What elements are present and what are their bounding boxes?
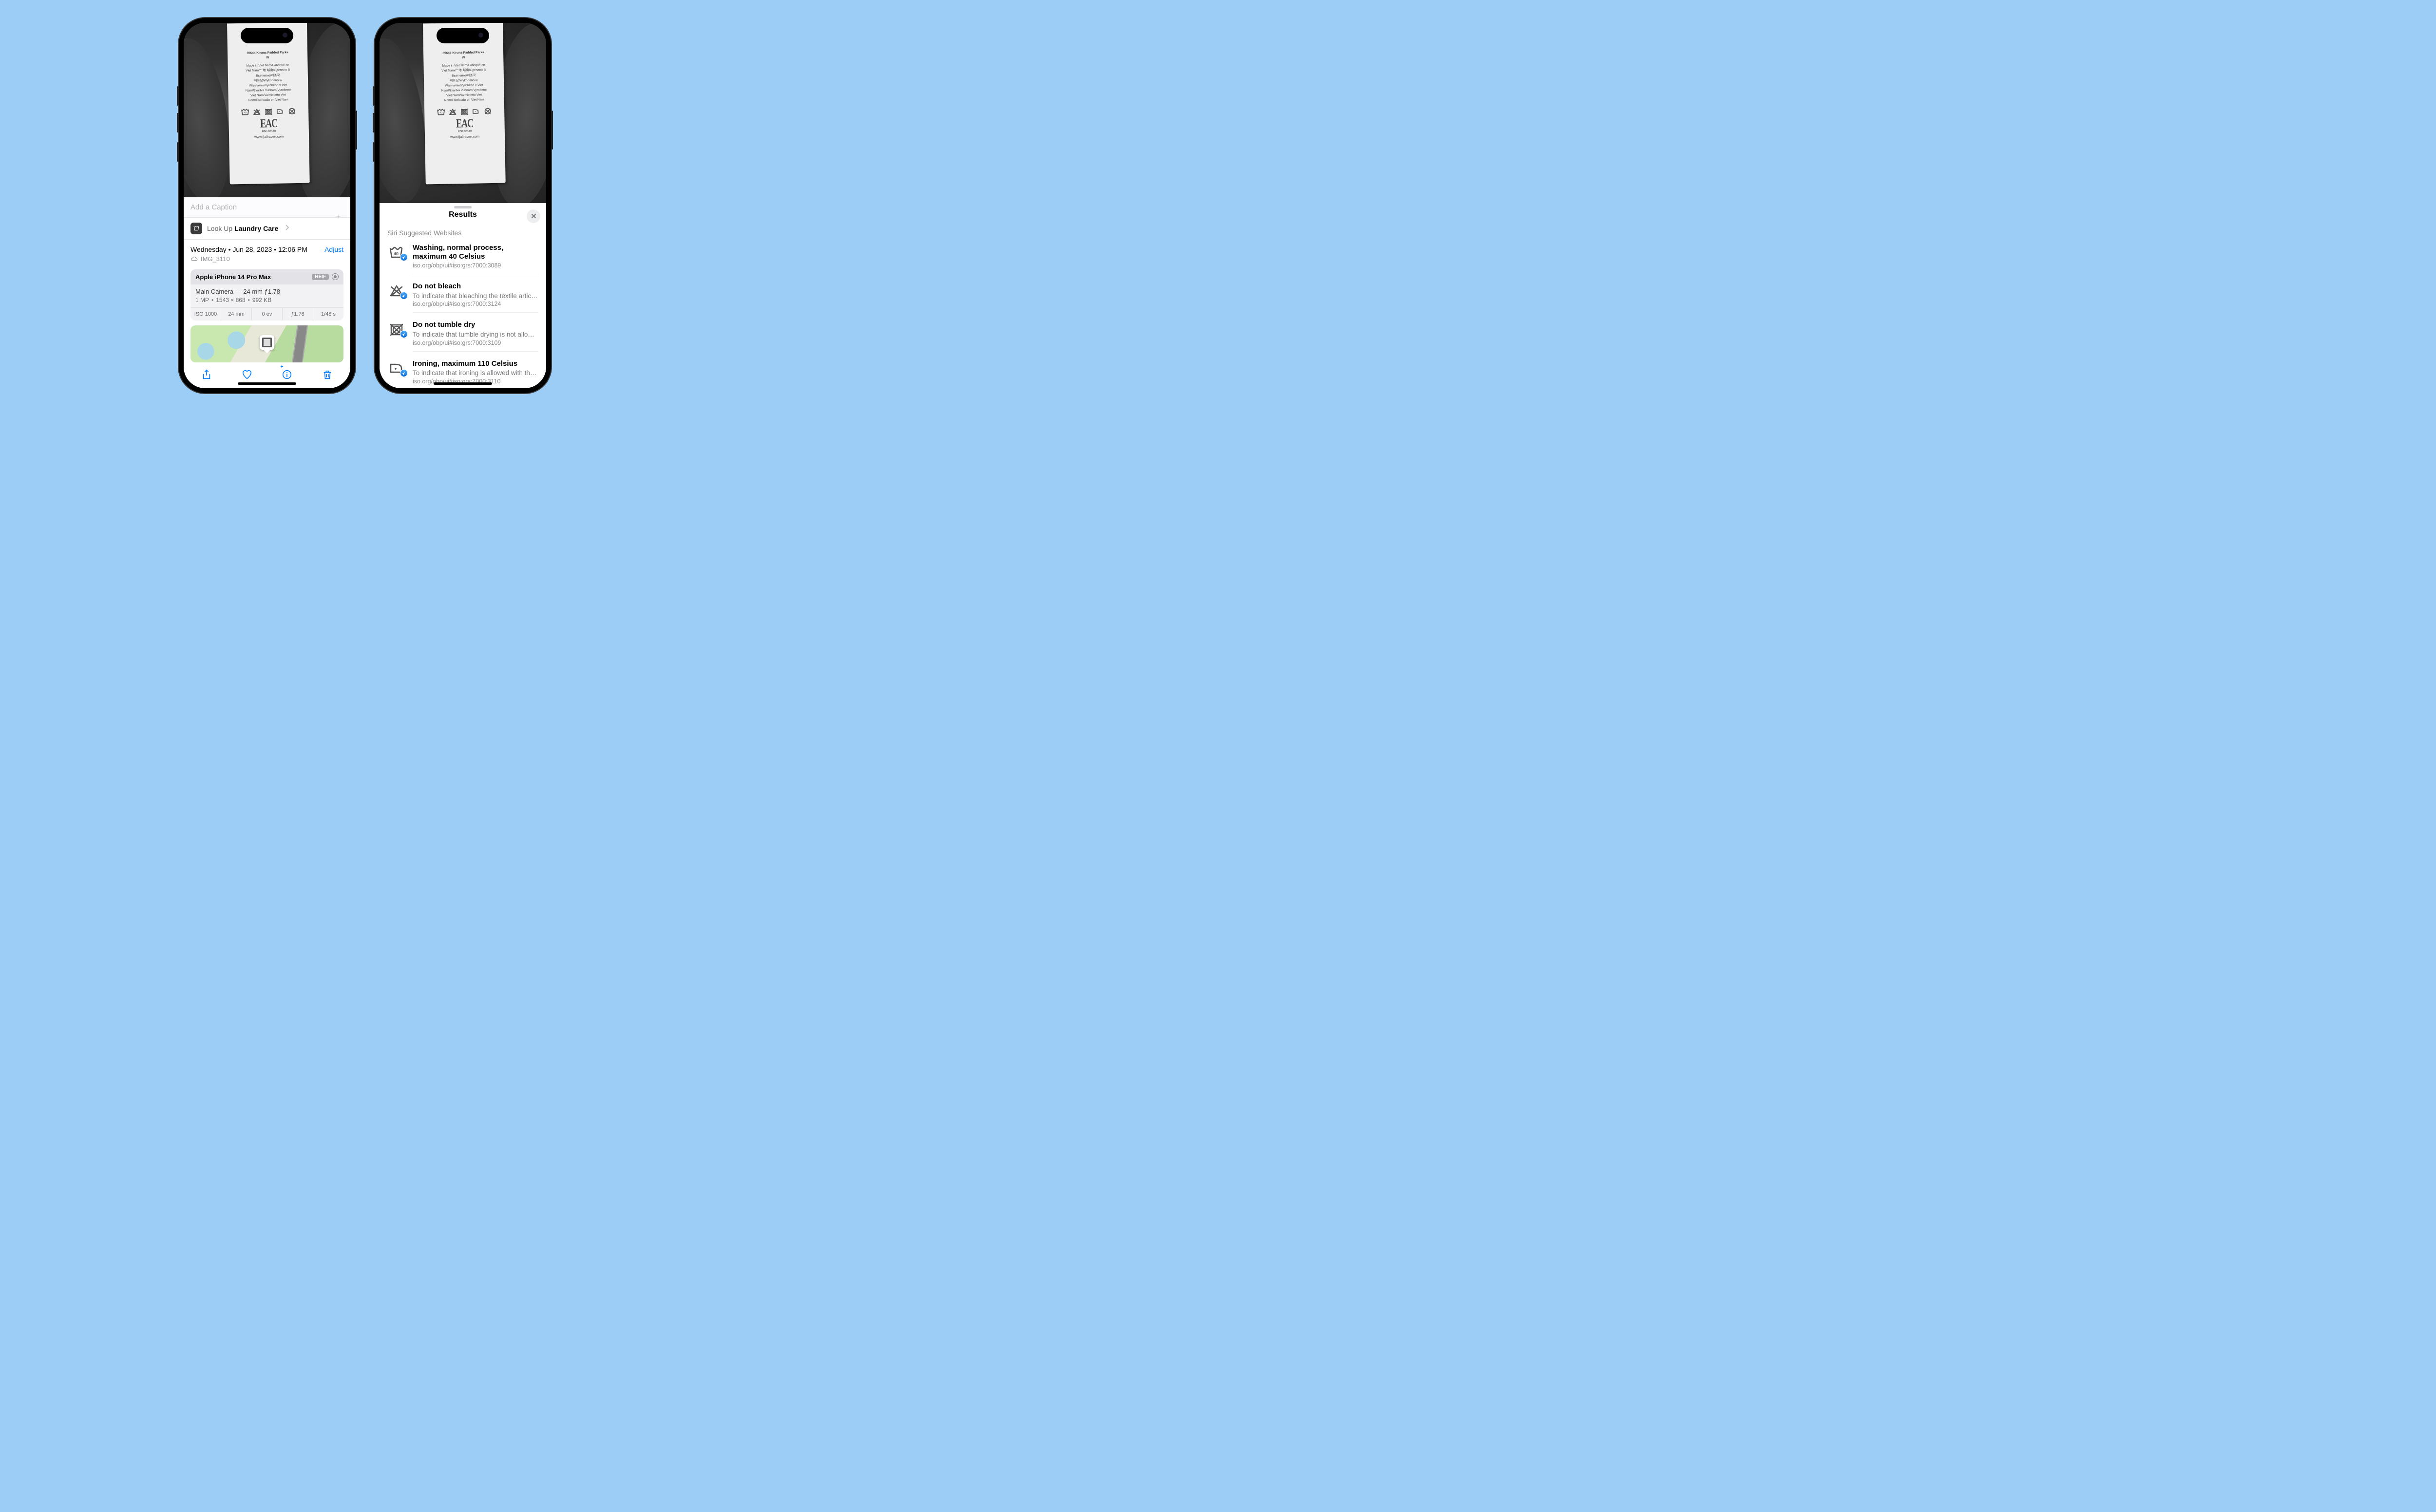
location-map[interactable] — [190, 325, 343, 362]
sheet-title: Results — [449, 210, 477, 219]
file-specs: 1 MP•1543 × 868•992 KB — [195, 297, 339, 303]
metadata-block: Wednesday • Jun 28, 2023 • 12:06 PM Adju… — [184, 240, 350, 267]
svg-text:40: 40 — [439, 111, 442, 114]
safari-badge-icon — [400, 330, 408, 338]
exif-strip: ISO 1000 24 mm 0 ev ƒ1.78 1/48 s — [190, 307, 343, 321]
clothing-tag: 89644 Kiruna Padded Parka W Made in Viet… — [227, 23, 310, 184]
section-header: Siri Suggested Websites — [380, 224, 546, 240]
lens-info: Main Camera — 24 mm ƒ1.78 — [195, 288, 339, 295]
result-title: Do not bleach — [413, 282, 538, 291]
tag-care-symbols: 40 — [232, 107, 304, 115]
raw-target-icon — [332, 273, 339, 280]
delete-button[interactable] — [315, 366, 340, 383]
filename: IMG_3110 — [201, 255, 230, 263]
heif-badge: HEIF — [312, 274, 329, 280]
svg-text:40: 40 — [244, 111, 247, 114]
result-icon — [387, 321, 406, 336]
result-icon — [387, 244, 406, 259]
exif-focal: 24 mm — [221, 308, 252, 321]
share-button[interactable] — [194, 366, 219, 383]
adjust-button[interactable]: Adjust — [324, 246, 343, 253]
result-item[interactable]: Washing, normal process, maximum 40 Cels… — [380, 240, 546, 279]
phone-mockup-right: 89644 Kiruna Padded Parka W Made in Viet… — [375, 18, 551, 393]
device-name: Apple iPhone 14 Pro Max — [195, 273, 271, 281]
result-title: Washing, normal process, maximum 40 Cels… — [413, 244, 538, 262]
result-item[interactable]: Do not bleach To indicate that bleaching… — [380, 278, 546, 317]
home-indicator[interactable] — [434, 382, 492, 385]
screen-left: 89644 Kiruna Padded Parka W Made in Viet… — [184, 23, 350, 388]
map-pin — [260, 335, 274, 350]
result-icon — [387, 359, 406, 375]
dynamic-island — [241, 28, 293, 43]
exif-ev: 0 ev — [252, 308, 283, 321]
result-url: iso.org/obp/ui#iso:grs:7000:3124 — [413, 301, 538, 307]
result-description: To indicate that ironing is allowed with… — [413, 369, 538, 378]
close-button[interactable] — [527, 209, 540, 223]
exif-shutter: 1/48 s — [313, 308, 343, 321]
lookup-row[interactable]: + Look Up Laundry Care — [184, 218, 350, 240]
lookup-category-icon — [190, 223, 202, 234]
results-sheet: Results Siri Suggested Websites Washing,… — [380, 206, 546, 388]
result-url: iso.org/obp/ui#iso:grs:7000:3109 — [413, 340, 538, 346]
tag-eac: EAC — [232, 115, 305, 132]
tag-product-sub: W — [231, 55, 304, 60]
phone-mockup-left: 89644 Kiruna Padded Parka W Made in Viet… — [179, 18, 355, 393]
screen-right: 89644 Kiruna Padded Parka W Made in Viet… — [380, 23, 546, 388]
plus-icon: + — [336, 213, 341, 222]
result-title: Ironing, maximum 110 Celsius — [413, 359, 538, 369]
tag-url: www.fjallraven.com — [233, 134, 305, 140]
safari-badge-icon — [400, 292, 408, 300]
lookup-text: Look Up Laundry Care — [207, 225, 278, 232]
tag-product: 89644 Kiruna Padded Parka — [231, 50, 304, 56]
result-item[interactable]: Do not tumble dry To indicate that tumbl… — [380, 317, 546, 355]
safari-badge-icon — [400, 253, 408, 261]
chevron-right-icon — [285, 224, 289, 233]
map-road — [291, 325, 308, 362]
result-icon — [387, 282, 406, 298]
sparkle-icon: ✦ — [280, 364, 284, 370]
safari-badge-icon — [400, 369, 408, 377]
device-card: Apple iPhone 14 Pro Max HEIF Main Camera… — [190, 269, 343, 321]
exif-iso: ISO 1000 — [190, 308, 221, 321]
icloud-icon — [190, 256, 198, 262]
exif-aperture: ƒ1.78 — [283, 308, 313, 321]
result-description: To indicate that tumble drying is not al… — [413, 330, 538, 339]
caption-input[interactable]: Add a Caption — [184, 197, 350, 218]
dynamic-island — [437, 28, 489, 43]
sheet-grabber[interactable] — [454, 206, 472, 208]
clothing-tag: 89644 Kiruna Padded Parka W Made in Viet… — [423, 23, 506, 184]
home-indicator[interactable] — [238, 382, 296, 385]
favorite-button[interactable] — [235, 366, 259, 383]
photo-viewer[interactable]: 89644 Kiruna Padded Parka W Made in Viet… — [184, 23, 350, 197]
info-panel: Add a Caption + Look Up Laundry Care Wed… — [184, 197, 350, 362]
result-url: iso.org/obp/ui#iso:grs:7000:3089 — [413, 262, 538, 269]
result-title: Do not tumble dry — [413, 321, 538, 330]
result-description: To indicate that bleaching the textile a… — [413, 292, 538, 301]
photo-date: Wednesday • Jun 28, 2023 • 12:06 PM — [190, 246, 307, 253]
info-button[interactable]: ✦ — [275, 366, 299, 383]
photo-viewer[interactable]: 89644 Kiruna Padded Parka W Made in Viet… — [380, 23, 546, 203]
